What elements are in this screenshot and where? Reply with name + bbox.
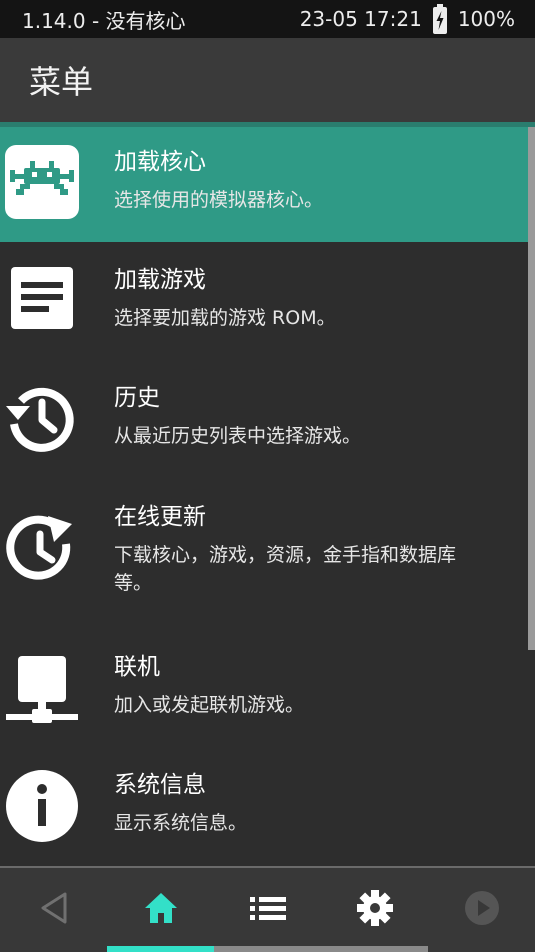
home-icon (143, 891, 179, 925)
menu-item-subtitle: 选择使用的模拟器核心。 (114, 189, 324, 211)
main-menu-list: 加载核心 选择使用的模拟器核心。 加载游戏 选择要加载的游戏 ROM。 历史 从… (0, 127, 535, 867)
menu-item-system-info[interactable]: 系统信息 显示系统信息。 (0, 748, 528, 867)
status-datetime: 23-05 17:21 (299, 7, 422, 31)
menu-item-subtitle: 加入或发起联机游戏。 (114, 694, 305, 716)
status-app-version: 1.14.0 - 没有核心 (22, 8, 186, 33)
menu-item-text: 系统信息 显示系统信息。 (114, 770, 488, 837)
menu-item-text: 在线更新 下载核心，游戏，资源，金手指和数据库等。 (114, 502, 488, 597)
menu-item-netplay[interactable]: 联机 加入或发起联机游戏。 (0, 630, 528, 748)
menu-item-text: 历史 从最近历史列表中选择游戏。 (114, 383, 488, 450)
nav-home-button[interactable] (107, 868, 214, 948)
status-battery-percent: 100% (457, 7, 515, 31)
status-right: 23-05 17:21 100% (300, 4, 515, 34)
header: 菜单 (0, 38, 535, 122)
menu-item-title: 在线更新 (114, 504, 206, 530)
menu-item-subtitle: 选择要加载的游戏 ROM。 (114, 307, 336, 329)
menu-item-title: 加载核心 (114, 149, 206, 175)
nav-playlists-button[interactable] (214, 868, 321, 948)
menu-item-subtitle: 从最近历史列表中选择游戏。 (114, 425, 362, 447)
menu-item-title: 历史 (114, 385, 160, 411)
update-clock-icon (4, 510, 80, 586)
network-icon (4, 652, 80, 728)
menu-item-text: 加载游戏 选择要加载的游戏 ROM。 (114, 265, 488, 332)
nav-back-button[interactable] (0, 868, 107, 948)
nav-resume-button[interactable] (428, 868, 535, 948)
menu-item-load-content[interactable]: 加载游戏 选择要加载的游戏 ROM。 (0, 242, 528, 360)
battery-charging-icon (432, 4, 448, 34)
menu-item-online-updater[interactable]: 在线更新 下载核心，游戏，资源，金手指和数据库等。 (0, 480, 528, 630)
page-title: 菜单 (29, 63, 94, 101)
menu-item-title: 联机 (114, 654, 160, 680)
menu-item-subtitle: 显示系统信息。 (114, 812, 248, 834)
menu-scrollbar[interactable] (528, 127, 535, 650)
settings-gear-icon (356, 889, 394, 927)
list-icon (249, 895, 286, 921)
menu-item-text: 联机 加入或发起联机游戏。 (114, 652, 488, 719)
retroarch-invader-icon (4, 144, 80, 220)
nav-active-indicator (107, 946, 214, 952)
menu-item-text: 加载核心 选择使用的模拟器核心。 (114, 147, 488, 214)
bottom-navigation (0, 868, 535, 952)
menu-item-title: 系统信息 (114, 772, 206, 798)
status-bar: 1.14.0 - 没有核心 23-05 17:21 100% (0, 0, 535, 38)
menu-item-history[interactable]: 历史 从最近历史列表中选择游戏。 (0, 360, 528, 480)
resume-play-icon (464, 890, 500, 926)
menu-item-load-core[interactable]: 加载核心 选择使用的模拟器核心。 (0, 127, 528, 242)
menu-item-title: 加载游戏 (114, 267, 206, 293)
nav-settings-button[interactable] (321, 868, 428, 948)
info-icon (4, 768, 80, 844)
history-icon (4, 380, 80, 456)
back-icon (39, 891, 69, 925)
menu-item-subtitle: 下载核心，游戏，资源，金手指和数据库等。 (114, 544, 457, 594)
document-icon (4, 264, 80, 340)
